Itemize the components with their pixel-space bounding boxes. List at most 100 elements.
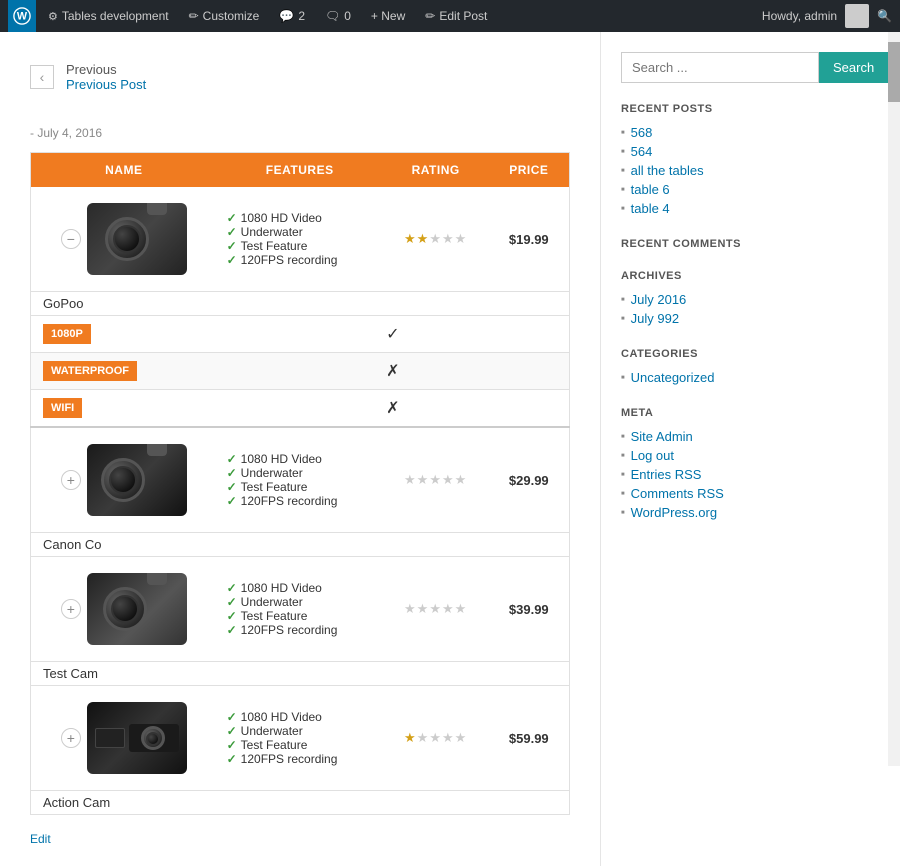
categories-section: CATEGORIES Uncategorized [621,348,800,387]
recent-post-link[interactable]: 568 [631,125,653,140]
main-content: ‹ Previous Previous Post - July 4, 2016 … [0,32,600,866]
admin-site-name[interactable]: ⚙ Tables development [40,0,177,32]
search-input[interactable] [621,52,819,83]
product-features-actioncam: ✓ 1080 HD Video ✓ Underwater ✓ Test Feat… [217,686,383,791]
product-name-row-gopoo: GoPoo [31,292,570,316]
product-price-actioncam: $59.99 [489,686,570,791]
product-name-row-testcam: Test Cam [31,662,570,686]
search-icon[interactable]: 🔍 [877,9,892,23]
product-name-row-actioncam: Action Cam [31,791,570,815]
nav-back-arrow[interactable]: ‹ [30,65,54,89]
col-header-rating: RATING [383,153,489,188]
product-rating-testcam: ★★★★★ [383,557,489,662]
product-features-testcam: ✓ 1080 HD Video ✓ Underwater ✓ Test Feat… [217,557,383,662]
list-item: WordPress.org [621,503,800,522]
admin-comments[interactable]: 💬 2 [271,0,313,32]
product-price-gopoo: $19.99 [489,187,570,292]
categories-title: CATEGORIES [621,348,800,360]
wp-logo[interactable]: W [8,0,36,32]
product-image-gopoo [87,203,187,275]
list-item: 564 [621,142,800,161]
archive-link[interactable]: July 2016 [631,292,687,307]
meta-link-entries-rss[interactable]: Entries RSS [631,467,702,482]
product-name-row-canon: Canon Co [31,533,570,557]
product-image-cell-actioncam: + [31,686,217,791]
meta-link-siteadmin[interactable]: Site Admin [631,429,693,444]
meta-section: META Site Admin Log out Entries RSS Comm… [621,407,800,522]
archives-title: ARCHIVES [621,270,800,282]
product-price-testcam: $39.99 [489,557,570,662]
product-rating-actioncam: ★★★★★ [383,686,489,791]
list-item: table 6 [621,180,800,199]
product-image-canon [87,444,187,516]
previous-post-link[interactable]: Previous Post [66,77,146,92]
meta-link-logout[interactable]: Log out [631,448,674,463]
nav-previous-block: Previous Previous Post [66,62,146,92]
col-header-name: NAME [31,153,217,188]
archives-section: ARCHIVES July 2016 July 992 [621,270,800,328]
expand-icon-testcam[interactable]: + [61,599,81,619]
search-button[interactable]: Search [819,52,888,83]
recent-post-link[interactable]: all the tables [631,163,704,178]
meta-link-wordpress[interactable]: WordPress.org [631,505,717,520]
list-item: Log out [621,446,800,465]
edit-link[interactable]: Edit [30,832,51,846]
feature-row-1080p: 1080P ✓ [31,316,570,353]
recent-post-link[interactable]: table 4 [631,201,670,216]
archives-list: July 2016 July 992 [621,290,800,328]
categories-list: Uncategorized [621,368,800,387]
archive-link[interactable]: July 992 [631,311,679,326]
list-item: table 4 [621,199,800,218]
badge-wifi: WIFI [43,398,82,418]
table-row: + ✓ 1080 HD [31,557,570,662]
sidebar-search: Search [621,52,800,83]
recent-posts-list: 568 564 all the tables table 6 table 4 [621,123,800,218]
admin-avatar [845,4,869,28]
admin-new[interactable]: + New [363,0,413,32]
table-row: − ✓ 1080 HD [31,187,570,292]
list-item: all the tables [621,161,800,180]
feature-value-waterproof: ✗ [217,353,570,390]
product-image-actioncam [87,702,187,774]
category-link[interactable]: Uncategorized [631,370,715,385]
scrollbar[interactable] [888,32,900,766]
list-item: Entries RSS [621,465,800,484]
table-row: + [31,686,570,791]
feature-value-wifi: ✗ [217,390,570,428]
svg-text:W: W [17,11,28,23]
badge-1080p: 1080P [43,324,91,344]
table-row: + ✓ 1080 HD [31,427,570,533]
feature-value-1080p: ✓ [217,316,570,353]
sidebar: Search RECENT POSTS 568 564 all the tabl… [600,32,820,866]
product-comparison-table: NAME FEATURES RATING PRICE − [30,152,570,815]
recent-post-link[interactable]: table 6 [631,182,670,197]
admin-customize[interactable]: ✏ Customize [181,0,268,32]
recent-posts-section: RECENT POSTS 568 564 all the tables tabl… [621,103,800,218]
product-image-cell: − [31,187,217,292]
list-item: July 2016 [621,290,800,309]
product-image-cell-testcam: + [31,557,217,662]
product-rating-canon: ★★★★★ [383,427,489,533]
feature-row-waterproof: WATERPROOF ✗ [31,353,570,390]
meta-link-comments-rss[interactable]: Comments RSS [631,486,724,501]
recent-comments-title: RECENT COMMENTS [621,238,800,250]
admin-bar-right: Howdy, admin 🔍 [762,4,892,28]
list-item: July 992 [621,309,800,328]
recent-post-link[interactable]: 564 [631,144,653,159]
meta-list: Site Admin Log out Entries RSS Comments … [621,427,800,522]
list-item: 568 [621,123,800,142]
expand-icon-gopoo[interactable]: − [61,229,81,249]
expand-icon-canon[interactable]: + [61,470,81,490]
admin-pingback[interactable]: 🗨 0 [317,0,359,32]
col-header-price: PRICE [489,153,570,188]
table-header-row: NAME FEATURES RATING PRICE [31,153,570,188]
post-navigation: ‹ Previous Previous Post [30,52,570,102]
feature-row-wifi: WIFI ✗ [31,390,570,428]
list-item: Comments RSS [621,484,800,503]
product-features-gopoo: ✓ 1080 HD Video ✓ Underwater ✓ Test Feat… [217,187,383,292]
scrollbar-thumb[interactable] [888,42,900,102]
recent-posts-title: RECENT POSTS [621,103,800,115]
admin-edit-post[interactable]: ✏ Edit Post [417,0,495,32]
product-features-canon: ✓ 1080 HD Video ✓ Underwater ✓ Test Feat… [217,427,383,533]
expand-icon-actioncam[interactable]: + [61,728,81,748]
